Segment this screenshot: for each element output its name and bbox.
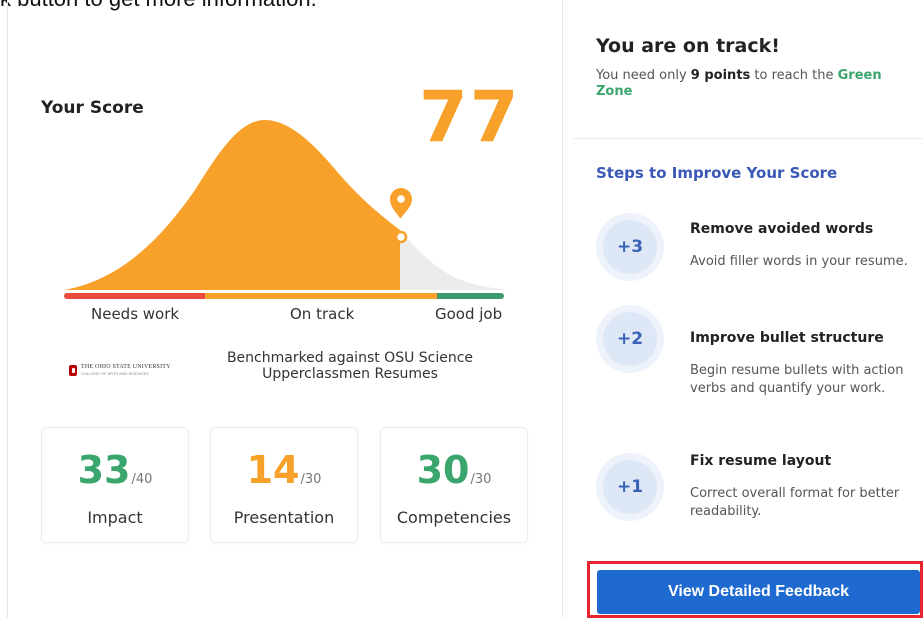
step-title: Improve bullet structure	[690, 330, 884, 346]
zone-bar-needs-work	[64, 293, 205, 299]
metric-card-competencies: 30/30 Competencies	[380, 427, 528, 543]
step-description: Correct overall format for better readab…	[690, 486, 900, 519]
panel-divider	[562, 0, 563, 618]
metric-value: 33	[77, 448, 131, 492]
score-title: Your Score	[41, 98, 144, 118]
step-title: Fix resume layout	[690, 453, 832, 469]
osu-logo-sub: COLLEGE OF ARTS AND SCIENCES	[81, 371, 149, 376]
zone-bar-on-track	[205, 293, 437, 299]
step-points-badge: +2	[596, 305, 664, 373]
step-points-badge: +1	[596, 453, 664, 521]
zone-bar-good-job	[437, 293, 504, 299]
step-points-badge: +3	[596, 213, 664, 281]
zone-label-on-track: On track	[290, 305, 355, 323]
curve-score-area	[64, 120, 400, 290]
metric-value: 14	[246, 448, 300, 492]
zone-label-good-job: Good job	[435, 305, 503, 323]
status-divider	[573, 138, 923, 139]
step-description: Begin resume bullets with action verbs a…	[690, 363, 904, 396]
osu-logo-name: THE OHIO STATE UNIVERSITY	[81, 364, 171, 370]
score-distribution-curve	[64, 120, 505, 290]
steps-title: Steps to Improve Your Score	[596, 164, 838, 182]
metric-card-impact: 33/40 Impact	[41, 427, 189, 543]
metric-value: 30	[416, 448, 470, 492]
step-title: Remove avoided words	[690, 221, 874, 237]
step-description: Avoid filler words in your resume.	[690, 254, 908, 269]
curve-remaining-area	[400, 230, 505, 290]
status-title: You are on track!	[596, 35, 780, 57]
metric-card-presentation: 14/30 Presentation	[210, 427, 358, 543]
view-detailed-feedback-button[interactable]: View Detailed Feedback	[597, 570, 920, 614]
metric-label: Impact	[87, 508, 143, 527]
osu-logo: THE OHIO STATE UNIVERSITY COLLEGE OF ART…	[69, 364, 171, 376]
zone-label-needs-work: Needs work	[91, 305, 180, 323]
status-message: You need only 9 points to reach the Gree…	[596, 68, 882, 99]
metric-max: /40	[131, 472, 153, 487]
metric-max: /30	[470, 472, 492, 487]
metric-label: Presentation	[233, 508, 335, 527]
metric-label: Competencies	[396, 508, 512, 527]
osu-block-o-icon	[69, 365, 77, 376]
points-needed: 9 points	[690, 68, 751, 83]
instruction-caption: k button to get more information.	[0, 0, 317, 12]
left-divider	[7, 0, 8, 618]
metric-max: /30	[300, 472, 322, 487]
benchmark-text: Benchmarked against OSU Science Uppercla…	[226, 350, 474, 382]
